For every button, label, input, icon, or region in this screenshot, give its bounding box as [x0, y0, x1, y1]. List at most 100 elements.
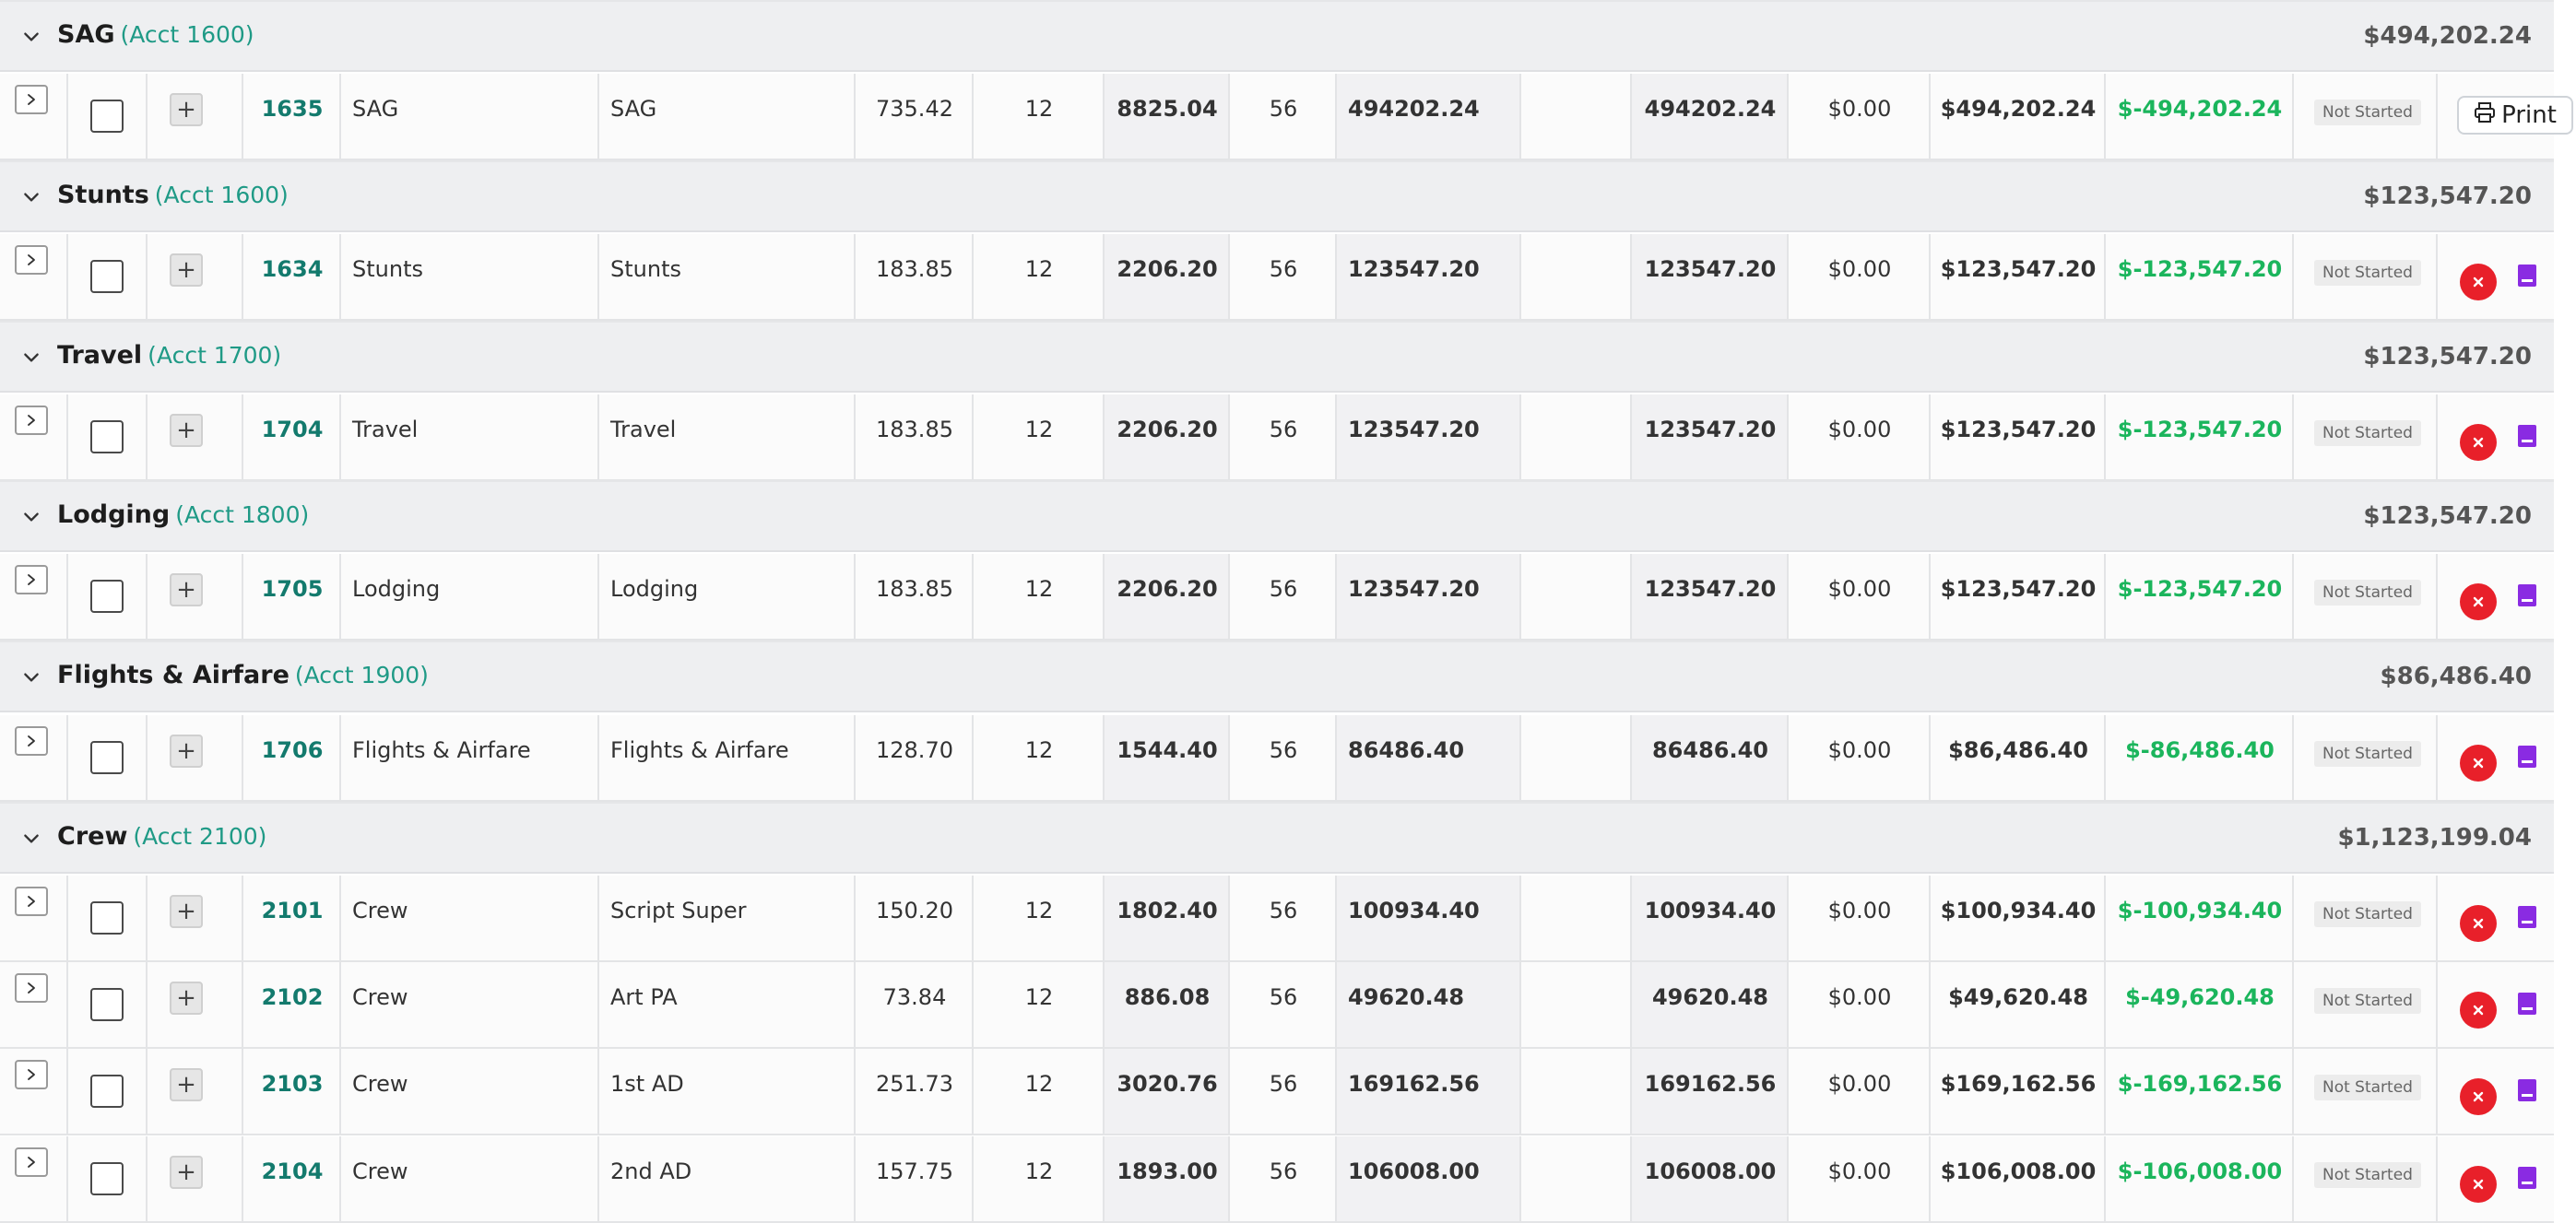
row-cell: 12 [974, 74, 1105, 159]
units-field: 12 [1024, 1071, 1054, 1097]
group-header-row[interactable]: Flights & Airfare (Acct 1900) $86,486.40 [0, 641, 2554, 712]
plus-icon[interactable]: + [170, 573, 203, 606]
print-button[interactable]: Print [2457, 96, 2573, 135]
chevron-down-icon[interactable] [18, 504, 44, 530]
account-number[interactable]: 2104 [243, 1158, 341, 1184]
actions-cell [2438, 394, 2554, 479]
row-cell: Not Started [2294, 74, 2438, 159]
description-field: 1st AD [610, 1071, 684, 1097]
plus-icon[interactable]: + [170, 93, 203, 126]
note-icon[interactable] [2517, 905, 2537, 929]
account-number[interactable]: 1635 [243, 96, 341, 122]
close-icon[interactable] [2460, 905, 2497, 942]
chevron-right-icon[interactable] [15, 565, 48, 594]
close-icon[interactable] [2460, 1078, 2497, 1115]
row-cell: 2104 [243, 1136, 341, 1221]
plus-icon[interactable]: + [170, 982, 203, 1015]
row-checkbox[interactable] [90, 741, 124, 774]
account-number[interactable]: 2101 [243, 898, 341, 923]
note-icon[interactable] [2517, 264, 2537, 288]
row-cell [1521, 394, 1632, 479]
rate-field: 735.42 [876, 96, 953, 122]
close-icon[interactable] [2460, 992, 2497, 1029]
close-icon[interactable] [2460, 1166, 2497, 1203]
chevron-right-icon[interactable] [15, 1147, 48, 1177]
chevron-right-icon[interactable] [15, 726, 48, 756]
printer-icon [2474, 101, 2496, 130]
close-icon[interactable] [2460, 583, 2497, 620]
chevron-right-icon[interactable] [15, 245, 48, 275]
row-checkbox[interactable] [90, 1075, 124, 1108]
plus-icon[interactable]: + [170, 253, 203, 287]
group-acct-label: (Acct 1700) [148, 342, 282, 369]
group-header-row[interactable]: Lodging (Acct 1800) $123,547.20 [0, 480, 2554, 552]
row-checkbox[interactable] [90, 580, 124, 613]
account-number[interactable]: 1706 [243, 737, 341, 763]
chevron-right-icon[interactable] [15, 973, 48, 1003]
note-icon[interactable] [2517, 1166, 2537, 1190]
expand-cell [0, 554, 68, 639]
row-checkbox[interactable] [90, 988, 124, 1021]
group-header-row[interactable]: Crew (Acct 2100) $1,123,199.04 [0, 802, 2554, 874]
row-cell: 8825.04 [1105, 74, 1230, 159]
chevron-right-icon[interactable] [15, 85, 48, 114]
chevron-down-icon[interactable] [18, 664, 44, 690]
quantity-field: 56 [1269, 417, 1298, 442]
close-icon[interactable] [2460, 745, 2497, 782]
plus-icon[interactable]: + [170, 735, 203, 768]
account-number[interactable]: 2103 [243, 1071, 341, 1097]
account-number[interactable]: 1704 [243, 417, 341, 442]
table-row: +1704 Travel Travel 183.85 12 2206.20 56 123547… [0, 394, 2554, 481]
chevron-down-icon[interactable] [18, 345, 44, 370]
account-number[interactable]: 1705 [243, 576, 341, 602]
note-icon[interactable] [2517, 745, 2537, 769]
budget-field: $123,547.20 [1940, 576, 2097, 602]
row-cell: 1704 [243, 394, 341, 479]
description-field: Stunts [610, 256, 681, 282]
chevron-down-icon[interactable] [18, 184, 44, 210]
row-checkbox[interactable] [90, 260, 124, 293]
group-header-row[interactable]: Travel (Acct 1700) $123,547.20 [0, 321, 2554, 393]
row-cell [1521, 74, 1632, 159]
chevron-right-icon[interactable] [15, 887, 48, 916]
plus-icon[interactable]: + [170, 1156, 203, 1189]
chevron-down-icon[interactable] [18, 826, 44, 852]
group-header-row[interactable]: SAG (Acct 1600) $494,202.24 [0, 0, 2554, 72]
note-icon[interactable] [2517, 1078, 2537, 1102]
chevron-down-icon[interactable] [18, 24, 44, 50]
group-header-row[interactable]: Stunts (Acct 1600) $123,547.20 [0, 160, 2554, 232]
plus-icon[interactable]: + [170, 414, 203, 447]
close-icon[interactable] [2460, 424, 2497, 461]
row-cell: 12 [974, 962, 1105, 1047]
row-checkbox[interactable] [90, 420, 124, 453]
account-number[interactable]: 2102 [243, 984, 341, 1010]
note-icon[interactable] [2517, 424, 2537, 448]
row-cell: SAG [599, 74, 856, 159]
status-badge: Not Started [2314, 1162, 2421, 1188]
expand-cell [0, 394, 68, 479]
chevron-right-icon[interactable] [15, 1060, 48, 1089]
account-number[interactable]: 1634 [243, 256, 341, 282]
status-badge: Not Started [2314, 420, 2421, 446]
row-cell: 157.75 [856, 1136, 974, 1221]
row-cell: $100,934.40 [1931, 876, 2106, 960]
plus-icon[interactable]: + [170, 895, 203, 928]
group-name: Lodging [57, 500, 171, 529]
row-cell: Stunts [341, 234, 599, 319]
add-cell: + [148, 1049, 243, 1134]
row-cell: 183.85 [856, 554, 974, 639]
status-badge: Not Started [2314, 100, 2421, 125]
plus-icon[interactable]: + [170, 1068, 203, 1101]
close-icon[interactable] [2460, 264, 2497, 300]
note-icon[interactable] [2517, 992, 2537, 1016]
note-icon[interactable] [2517, 583, 2537, 607]
description-field: Travel [610, 417, 677, 442]
row-checkbox[interactable] [90, 1162, 124, 1195]
chevron-right-icon[interactable] [15, 406, 48, 435]
row-checkbox[interactable] [90, 901, 124, 935]
row-cell: 56 [1230, 74, 1337, 159]
row-checkbox[interactable] [90, 100, 124, 133]
estimate-field: 100934.40 [1644, 898, 1777, 923]
rate-field: 157.75 [876, 1158, 953, 1184]
quantity-field: 56 [1269, 737, 1298, 763]
